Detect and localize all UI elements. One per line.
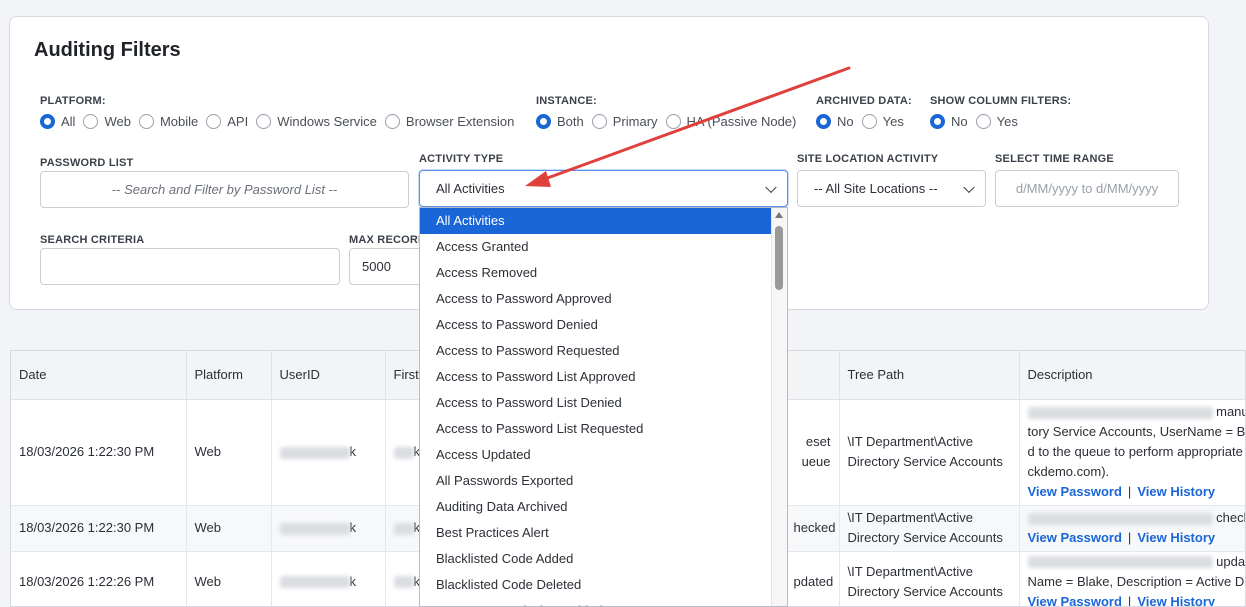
annotation-arrow xyxy=(525,66,851,187)
